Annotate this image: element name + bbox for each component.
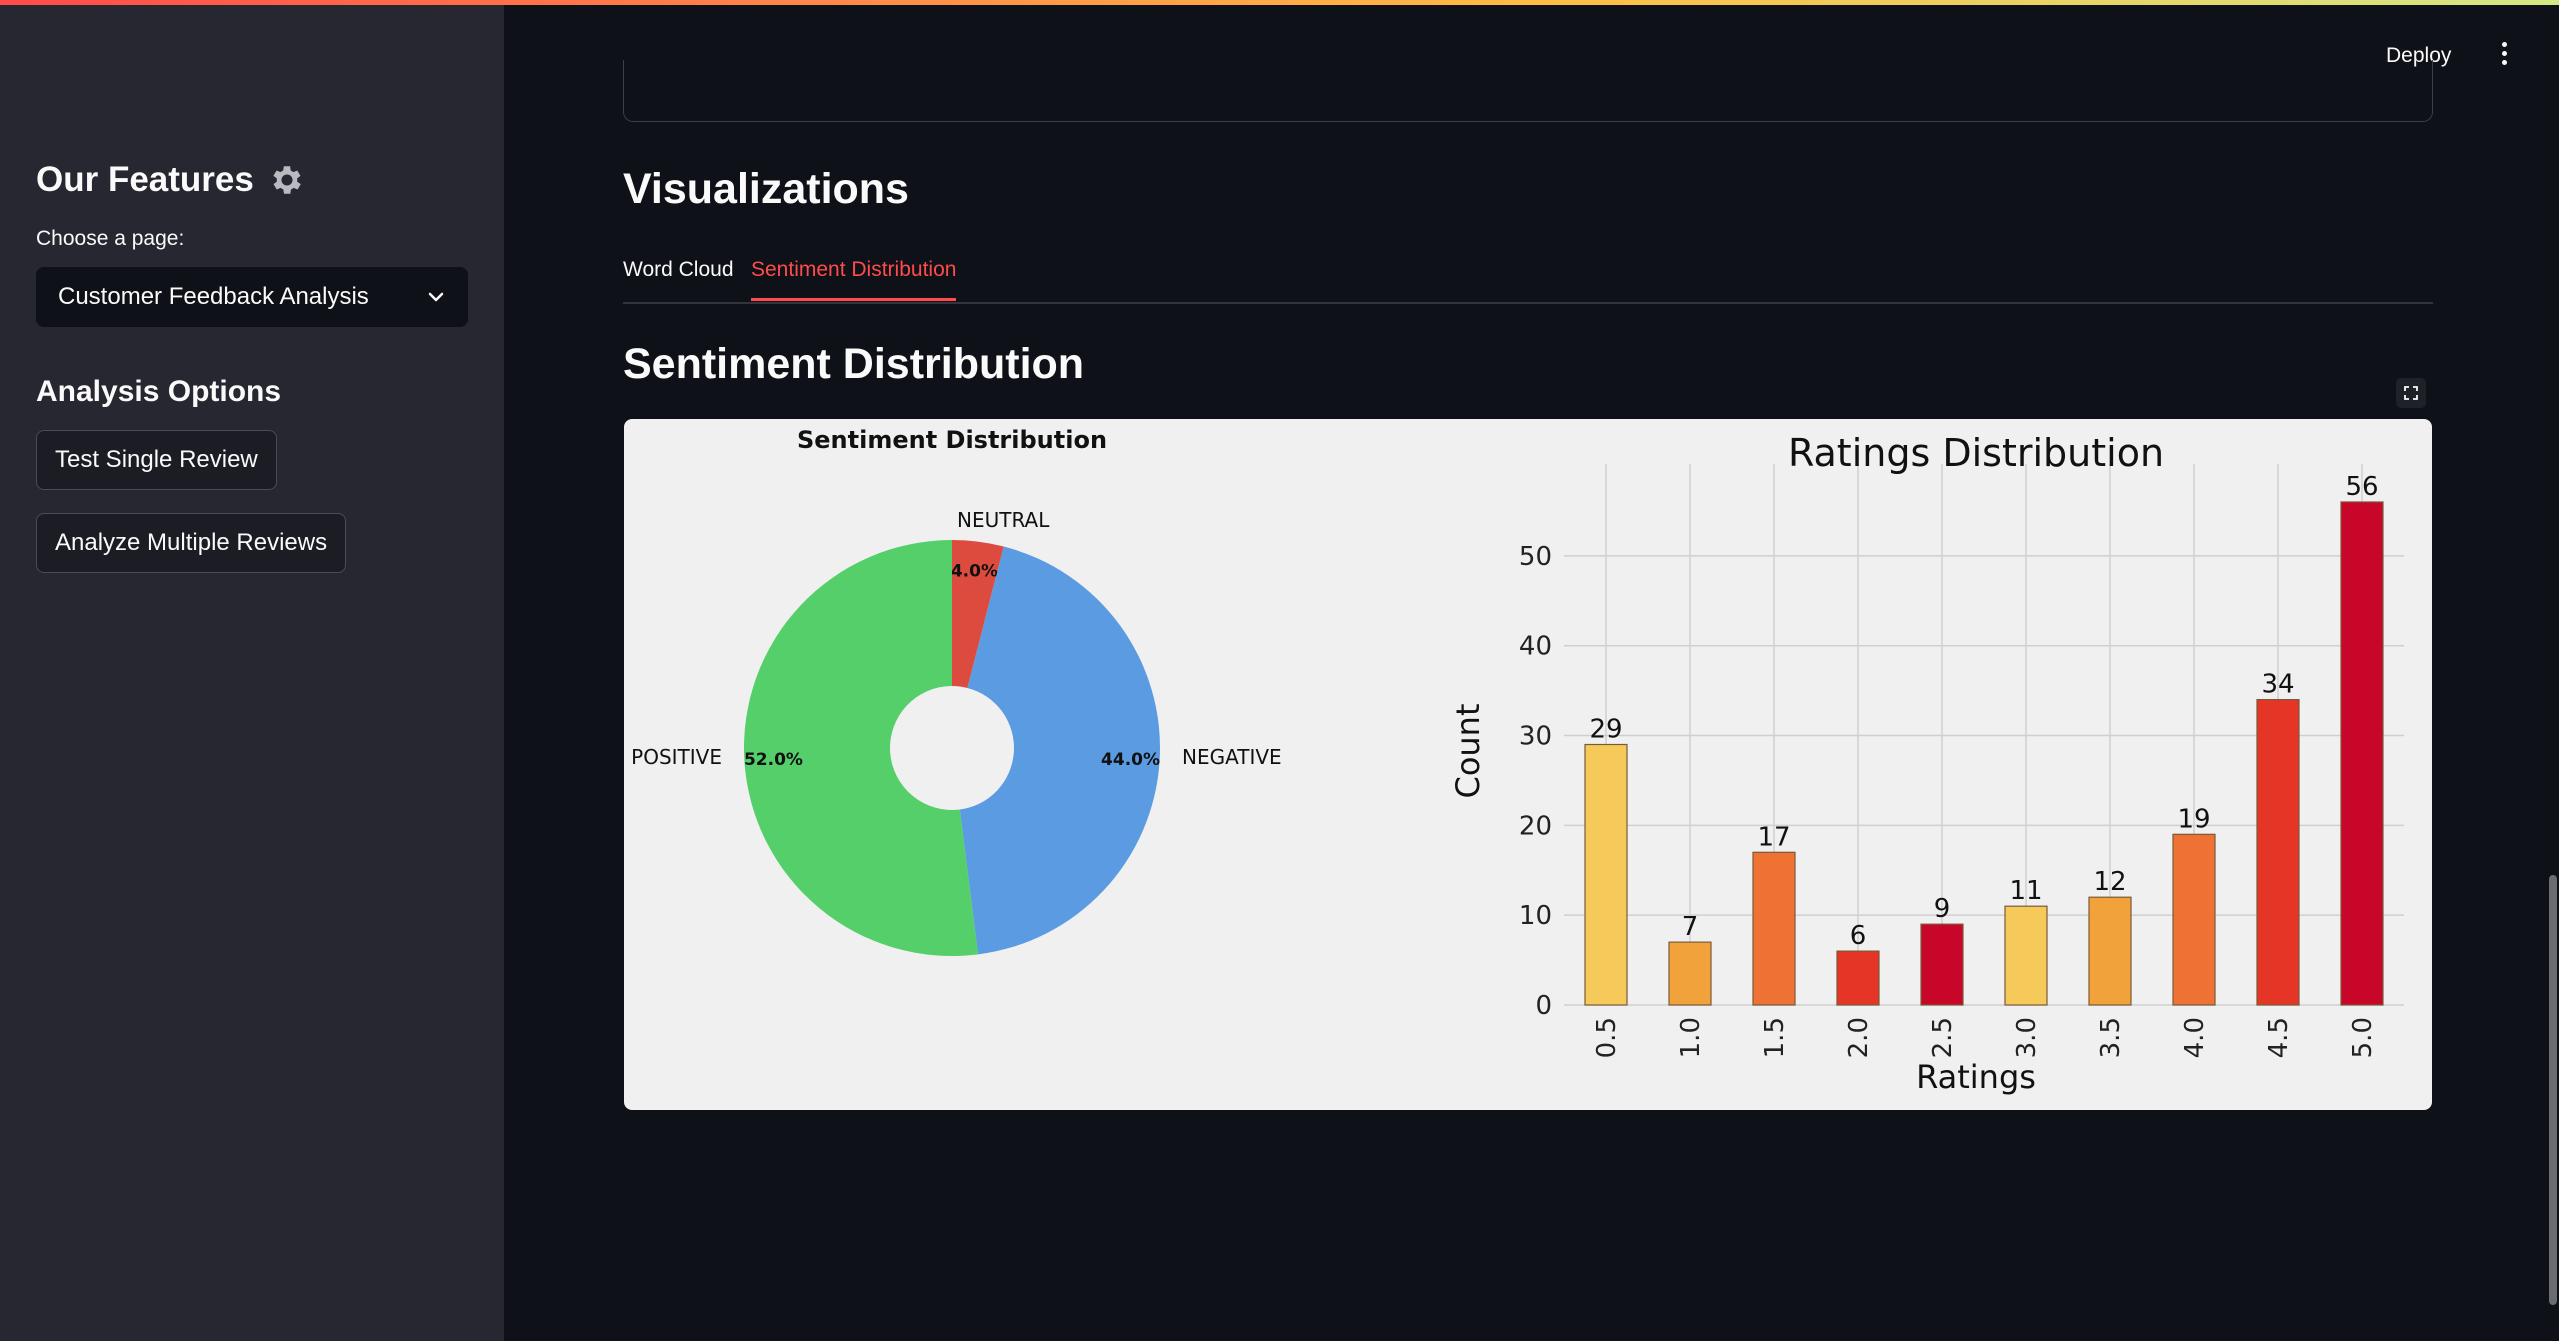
bar-xtick-label: 3.5 (2096, 1017, 2126, 1058)
bar-value-label: 9 (1934, 894, 1951, 924)
bar-value-label: 6 (1850, 921, 1867, 951)
bar-ytick-label: 30 (1519, 722, 1552, 752)
bar-ytick-label: 40 (1519, 632, 1552, 662)
scrollbar[interactable] (2549, 875, 2557, 1305)
bar-1.5 (1752, 851, 1796, 1006)
chevron-down-icon (428, 292, 444, 302)
gear-icon (273, 166, 301, 194)
bar-xtick-label: 4.0 (2180, 1017, 2210, 1058)
bar-xtick-label: 2.0 (1844, 1017, 1874, 1058)
analysis-options-heading: Analysis Options (36, 375, 282, 408)
bar-value-label: 19 (2177, 804, 2210, 834)
pie-pct-label: 44.0% (1101, 750, 1160, 770)
bar-0.5 (1584, 743, 1628, 1006)
bar-value-label: 17 (1757, 822, 1790, 852)
bar-5.0 (2340, 501, 2384, 1006)
bar-value-label: 34 (2261, 670, 2294, 700)
bar-ytick-label: 0 (1535, 991, 1552, 1021)
chart-panel: Sentiment Distribution 4.0% NEUTRAL 44.0% NE… (624, 419, 2432, 1110)
bar-1.0 (1668, 941, 1712, 1006)
tab-sentiment-distribution[interactable]: Sentiment Distribution (751, 258, 957, 301)
page-select-value: Customer Feedback Analysis (58, 283, 369, 310)
bar-xlabel: Ratings (1916, 1058, 2036, 1096)
test-single-review-button[interactable]: Test Single Review (36, 430, 277, 490)
fullscreen-icon[interactable] (2396, 378, 2426, 408)
bar-3.5 (2088, 896, 2132, 1006)
bar-value-label: 12 (2093, 867, 2126, 897)
bar-xtick-label: 1.0 (1676, 1017, 1706, 1058)
bar-ytick-label: 20 (1519, 811, 1552, 841)
bar-value-label: 11 (2009, 876, 2042, 906)
bar-value-label: 56 (2345, 472, 2378, 502)
pie-pct-label: 52.0% (744, 750, 803, 770)
bar-xtick-label: 5.0 (2348, 1017, 2378, 1058)
sidebar: Our Features Choose a page: Customer Fee… (0, 5, 504, 1341)
visualizations-heading: Visualizations (623, 165, 909, 213)
pie-title: Sentiment Distribution (797, 426, 1107, 454)
page-select[interactable]: Customer Feedback Analysis (36, 267, 468, 327)
bar-xtick-label: 2.5 (1928, 1017, 1958, 1058)
sidebar-title: Our Features (36, 155, 306, 205)
bar-4.0 (2172, 833, 2216, 1006)
pie-pct-label: 4.0% (951, 562, 998, 582)
pie-label-neutral: NEUTRAL (957, 508, 1050, 532)
bar-ylabel: Count (1449, 703, 1487, 798)
analyze-multiple-reviews-button[interactable]: Analyze Multiple Reviews (36, 513, 347, 573)
bar-ytick-label: 50 (1519, 542, 1552, 572)
chart-canvas: Sentiment Distribution 4.0% NEUTRAL 44.0% NE… (631, 426, 2404, 1096)
bar-xtick-label: 3.0 (2012, 1017, 2042, 1058)
section-title: Sentiment Distribution (623, 340, 1085, 388)
bar-value-label: 29 (1589, 715, 1622, 745)
page-select-label: Choose a page: (36, 227, 185, 250)
tab-word-cloud[interactable]: Word Cloud (623, 258, 734, 298)
pie-label-negative: NEGATIVE (1182, 745, 1282, 769)
bar-title: Ratings Distribution (1788, 431, 2164, 475)
sidebar-title-text: Our Features (36, 160, 254, 199)
pie-label-positive: POSITIVE (631, 745, 722, 769)
bar-3.0 (2004, 905, 2048, 1006)
bar-2.0 (1836, 950, 1880, 1006)
bar-ytick-label: 10 (1519, 901, 1552, 931)
bar-xtick-label: 1.5 (1760, 1017, 1790, 1058)
previous-container-bottom (623, 60, 2433, 122)
bar-xtick-label: 4.5 (2264, 1017, 2294, 1058)
bar-xtick-label: 0.5 (1592, 1017, 1622, 1058)
tab-bar: Word Cloud Sentiment Distribution (623, 250, 2433, 304)
bar-value-label: 7 (1682, 912, 1699, 942)
bar-4.5 (2256, 698, 2300, 1006)
pie-slice-positive (744, 540, 979, 956)
bar-2.5 (1920, 923, 1964, 1006)
kebab-menu-icon[interactable] (2498, 42, 2510, 70)
